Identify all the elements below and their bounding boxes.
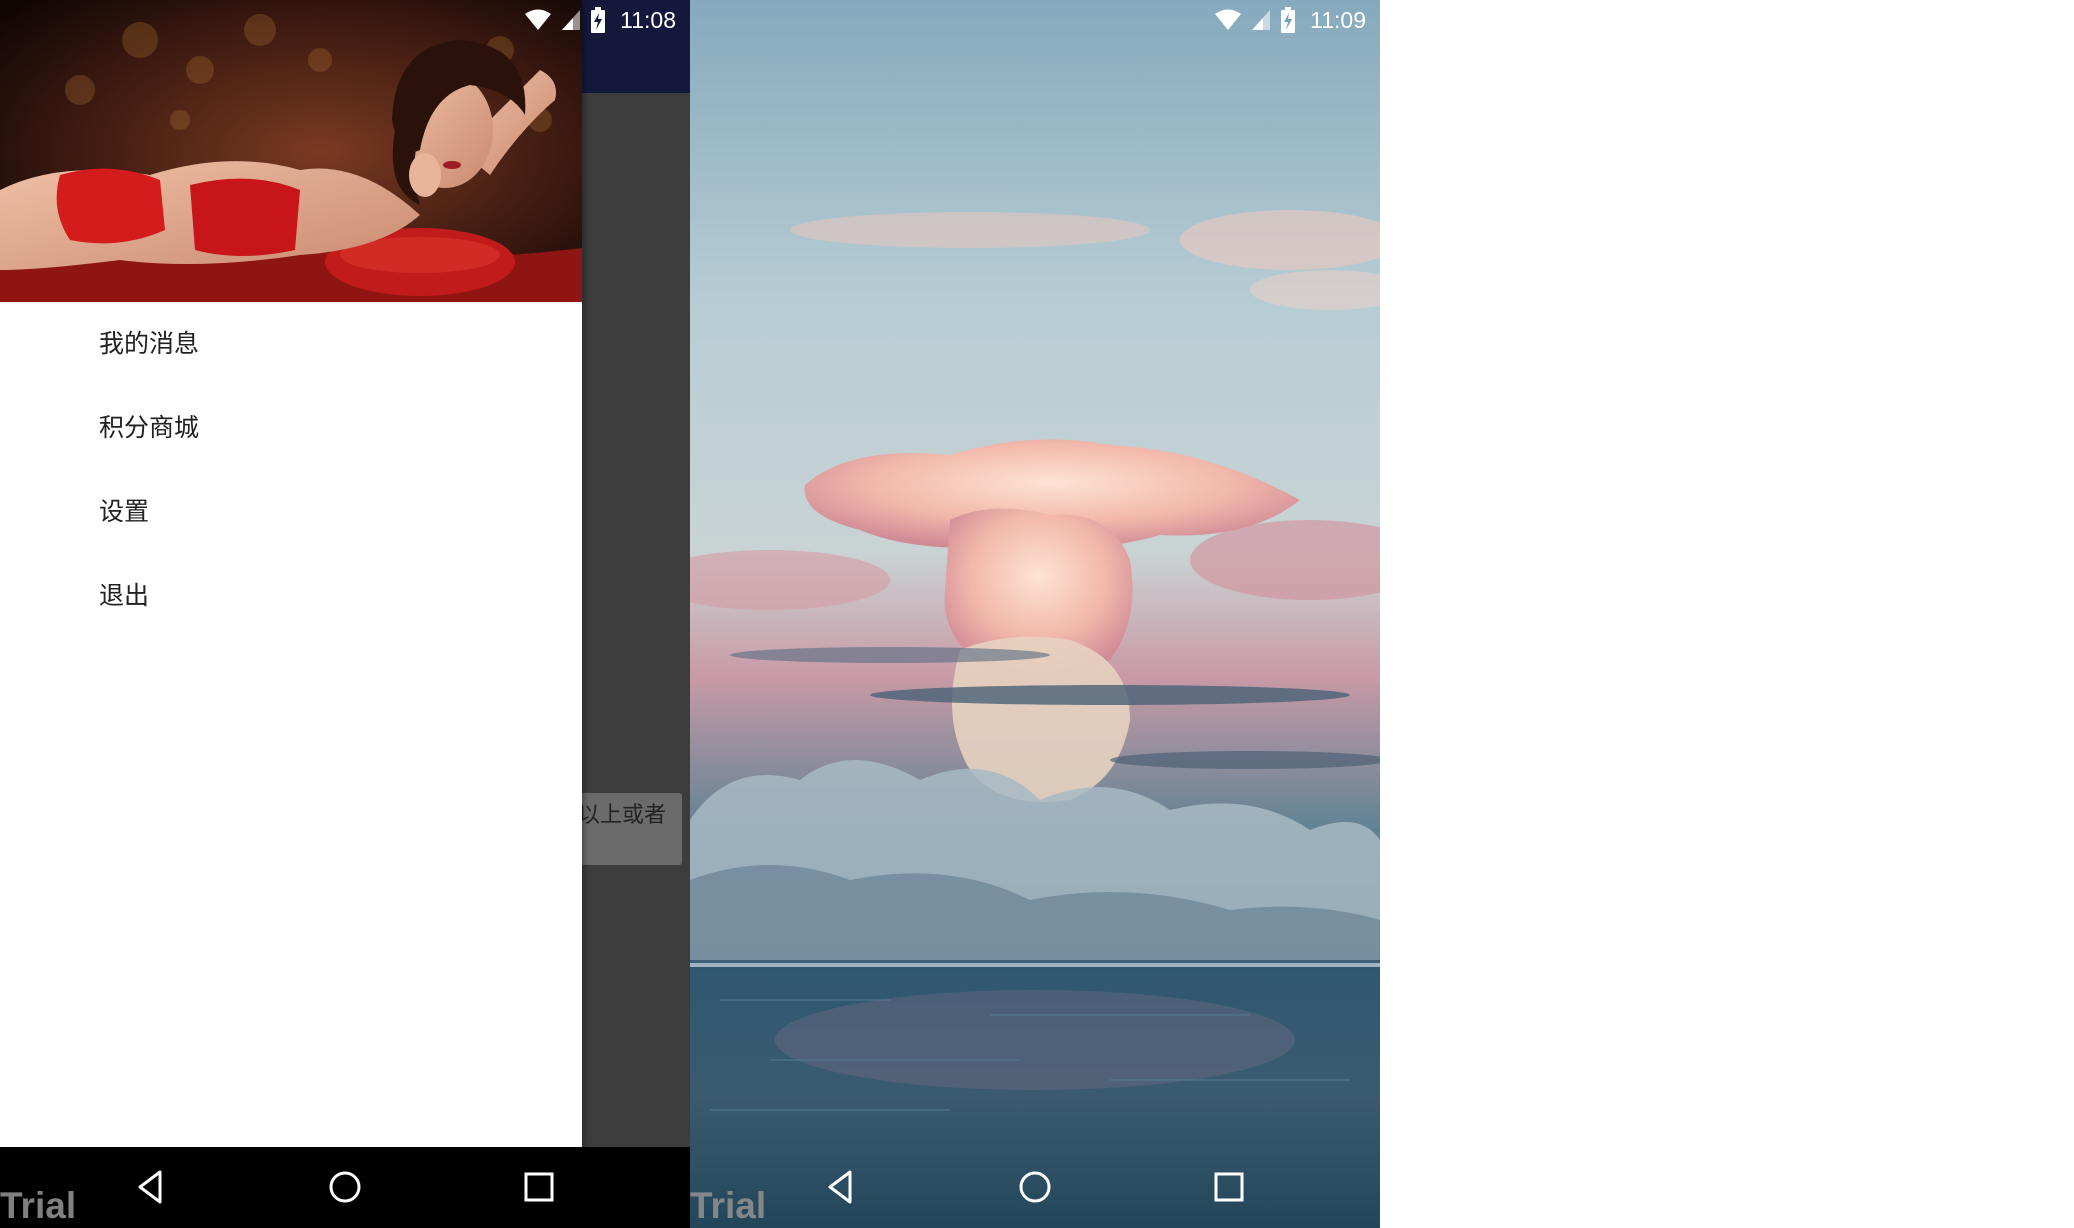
system-nav-bar: Trial <box>690 1147 1380 1228</box>
navigation-drawer: 我的消息 积分商城 设置 退出 <box>0 0 582 1147</box>
trial-watermark: Trial <box>0 1185 77 1226</box>
home-icon[interactable] <box>1012 1164 1058 1210</box>
back-icon[interactable] <box>128 1164 174 1210</box>
drawer-header-image <box>0 0 582 302</box>
system-nav-bar: Trial <box>0 1147 690 1228</box>
wifi-icon <box>1215 9 1242 30</box>
recents-icon[interactable] <box>516 1164 562 1210</box>
drawer-menu: 我的消息 积分商城 设置 退出 <box>0 302 582 638</box>
recents-icon[interactable] <box>1206 1164 1252 1210</box>
battery-charging-icon <box>591 7 606 33</box>
status-time: 11:08 <box>620 6 676 33</box>
menu-item-settings[interactable]: 设置 <box>0 470 582 554</box>
menu-item-my-messages[interactable]: 我的消息 <box>0 302 582 386</box>
cell-signal-icon <box>562 10 581 30</box>
back-icon[interactable] <box>818 1164 864 1210</box>
trial-watermark: Trial <box>690 1185 767 1226</box>
left-phone-screen: 以上或者 我的消息 积分商城 设置 退出 11:08 Trial <box>0 0 690 1228</box>
portrait-photo <box>0 0 582 302</box>
battery-charging-icon <box>1281 7 1296 33</box>
wifi-icon <box>525 9 552 30</box>
status-bar: 11:08 <box>0 0 690 40</box>
menu-item-points-mall[interactable]: 积分商城 <box>0 386 582 470</box>
right-phone-screen: 11:09 Trial <box>690 0 1380 1228</box>
status-bar: 11:09 <box>690 0 1380 40</box>
home-icon[interactable] <box>322 1164 368 1210</box>
menu-item-logout[interactable]: 退出 <box>0 554 582 638</box>
wallpaper-image <box>690 0 1380 1228</box>
cell-signal-icon <box>1252 10 1271 30</box>
status-time: 11:09 <box>1310 6 1366 33</box>
